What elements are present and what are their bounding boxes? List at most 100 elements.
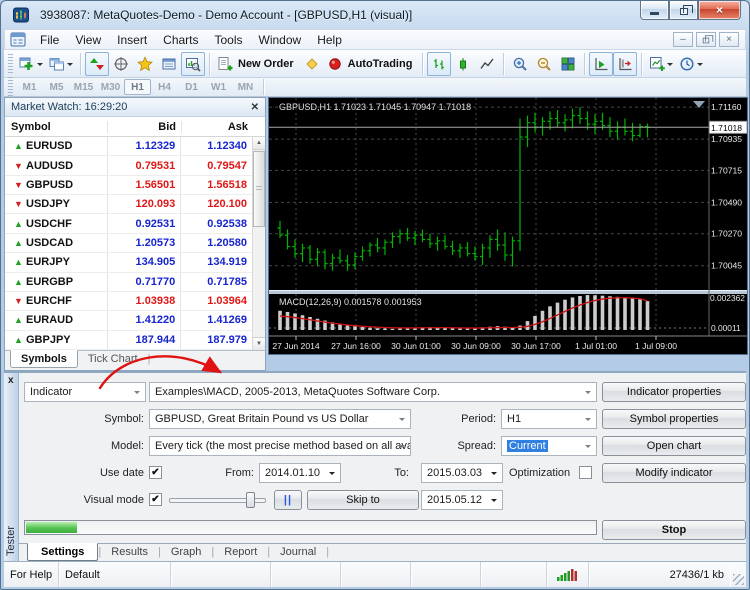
menu-item-tools[interactable]: Tools	[207, 31, 251, 49]
bar-chart-button[interactable]	[427, 52, 451, 76]
market-watch-row[interactable]: ▼USDJPY120.093120.100	[5, 195, 252, 214]
tab-report[interactable]: Report	[214, 544, 267, 560]
mdi-restore-button[interactable]	[696, 32, 716, 47]
tab-settings[interactable]: Settings	[27, 543, 98, 561]
tab-journal[interactable]: Journal	[270, 544, 326, 560]
type-combo[interactable]: Indicator	[24, 382, 146, 402]
market-watch-row[interactable]: ▲USDCAD1.205731.20580	[5, 234, 252, 253]
periods-button[interactable]	[676, 52, 706, 76]
market-watch-row[interactable]: ▲EURGBP0.717700.71785	[5, 273, 252, 292]
candle-chart-button[interactable]	[451, 52, 475, 76]
open-chart-button[interactable]: Open chart	[602, 436, 746, 456]
title-bar[interactable]: 3938087: MetaQuotes-Demo - Demo Account …	[1, 1, 749, 29]
autotrading-button[interactable]: AutoTrading	[324, 52, 419, 76]
timeframe-h1[interactable]: H1	[124, 79, 151, 95]
market-watch-row[interactable]: ▼AUDUSD0.795310.79547	[5, 156, 252, 175]
maximize-button[interactable]	[669, 1, 698, 20]
market-watch-row[interactable]: ▲EURJPY134.905134.919	[5, 253, 252, 272]
symbol-properties-button[interactable]: Symbol properties	[602, 409, 746, 429]
timeframe-grip[interactable]	[8, 77, 13, 97]
indicator-combo[interactable]: Examples\MACD, 2005-2013, MetaQuotes Sof…	[149, 382, 597, 402]
scroll-down-icon[interactable]: ▼	[253, 337, 265, 350]
tile-windows-button[interactable]	[556, 52, 580, 76]
tab-symbols[interactable]: Symbols	[10, 350, 78, 368]
scrollbar-thumb[interactable]	[253, 151, 265, 227]
timeframe-m30[interactable]: M30	[97, 79, 124, 95]
line-chart-button[interactable]	[475, 52, 499, 76]
timeframe-d1[interactable]: D1	[178, 79, 205, 95]
skip-to-button[interactable]: Skip to	[307, 490, 419, 510]
market-watch-titlebar[interactable]: Market Watch: 16:29:20 ✕	[5, 98, 265, 117]
mdi-close-button[interactable]: ×	[719, 32, 739, 47]
menu-item-insert[interactable]: Insert	[109, 31, 155, 49]
to-date-combo[interactable]: 2015.03.03	[421, 463, 503, 483]
timeframe-w1[interactable]: W1	[205, 79, 232, 95]
resize-grip[interactable]	[730, 562, 746, 587]
column-header-bid[interactable]: Bid	[107, 121, 181, 133]
menu-item-file[interactable]: File	[32, 31, 67, 49]
navigator-button[interactable]	[133, 52, 157, 76]
chart-canvas[interactable]: 1.711601.709351.707151.704901.702701.700…	[269, 98, 747, 354]
timeframe-m1[interactable]: M1	[16, 79, 43, 95]
menu-item-help[interactable]: Help	[309, 31, 350, 49]
modify-indicator-button[interactable]: Modify indicator	[602, 463, 746, 483]
timeframe-m5[interactable]: M5	[43, 79, 70, 95]
period-combo[interactable]: H1	[501, 409, 597, 429]
profiles-button[interactable]	[46, 52, 76, 76]
menu-item-view[interactable]: View	[67, 31, 109, 49]
mdi-minimize-button[interactable]: –	[673, 32, 693, 47]
menu-item-charts[interactable]: Charts	[155, 31, 206, 49]
tester-titlebar[interactable]: x Tester	[4, 373, 19, 561]
use-date-checkbox[interactable]: ✔	[149, 466, 162, 479]
market-watch-row[interactable]: ▲USDCHF0.925310.92538	[5, 214, 252, 233]
visual-speed-slider[interactable]	[169, 492, 266, 508]
menu-app-icon[interactable]	[10, 32, 28, 48]
minimize-button[interactable]	[640, 1, 669, 20]
indicator-properties-button[interactable]: Indicator properties	[602, 382, 746, 402]
from-date-combo[interactable]: 2014.01.10	[259, 463, 341, 483]
market-watch-row[interactable]: ▲GBPJPY187.944187.979	[5, 331, 252, 350]
stop-button[interactable]: Stop	[602, 520, 746, 540]
timeframe-mn[interactable]: MN	[232, 79, 259, 95]
indicators-button[interactable]	[646, 52, 676, 76]
tab-tick-chart[interactable]: Tick Chart	[78, 351, 148, 367]
market-watch-row[interactable]: ▼EURCHF1.039381.03964	[5, 292, 252, 311]
market-watch-row[interactable]: ▼GBPUSD1.565011.56518	[5, 176, 252, 195]
data-window-button[interactable]	[109, 52, 133, 76]
terminal-button[interactable]	[157, 52, 181, 76]
close-button[interactable]: ×	[698, 1, 741, 20]
symbol-combo[interactable]: GBPUSD, Great Britain Pound vs US Dollar	[149, 409, 411, 429]
zoom-in-button[interactable]	[508, 52, 532, 76]
tester-close-icon[interactable]: x	[8, 376, 14, 386]
market-watch-close-icon[interactable]: ✕	[251, 102, 259, 113]
new-chart-button[interactable]	[16, 52, 46, 76]
tab-graph[interactable]: Graph	[161, 544, 212, 560]
timeframe-m15[interactable]: M15	[70, 79, 97, 95]
pause-button[interactable]: ||	[274, 490, 302, 510]
chart-shift-button[interactable]	[613, 52, 637, 76]
optimization-checkbox[interactable]	[579, 466, 592, 479]
status-profile[interactable]: Default	[59, 562, 171, 587]
menu-item-window[interactable]: Window	[251, 31, 310, 49]
column-header-ask[interactable]: Ask	[181, 121, 253, 133]
strategy-tester-button[interactable]	[181, 52, 205, 76]
market-watch-row[interactable]: ▲EURAUD1.412201.41269	[5, 311, 252, 330]
metaeditor-button[interactable]	[300, 52, 324, 76]
new-order-button[interactable]: New Order	[214, 52, 300, 76]
auto-scroll-button[interactable]	[589, 52, 613, 76]
slider-thumb[interactable]	[246, 492, 255, 508]
spread-combo[interactable]: Current	[501, 436, 597, 456]
column-header-symbol[interactable]: Symbol	[5, 121, 107, 133]
timeframe-h4[interactable]: H4	[151, 79, 178, 95]
market-watch-scrollbar[interactable]: ▲ ▼	[252, 137, 265, 350]
scroll-up-icon[interactable]: ▲	[253, 137, 265, 150]
visual-mode-checkbox[interactable]: ✔	[149, 493, 162, 506]
skipto-date-combo[interactable]: 2015.05.12	[421, 490, 503, 510]
tab-results[interactable]: Results	[101, 544, 158, 560]
model-combo[interactable]: Every tick (the most precise method base…	[149, 436, 411, 456]
toolbar-grip[interactable]	[8, 54, 13, 74]
zoom-out-button[interactable]	[532, 52, 556, 76]
chart-panel[interactable]: 1.711601.709351.707151.704901.702701.700…	[268, 97, 748, 355]
market-watch-button[interactable]	[85, 52, 109, 76]
market-watch-row[interactable]: ▲EURUSD1.123291.12340	[5, 137, 252, 156]
